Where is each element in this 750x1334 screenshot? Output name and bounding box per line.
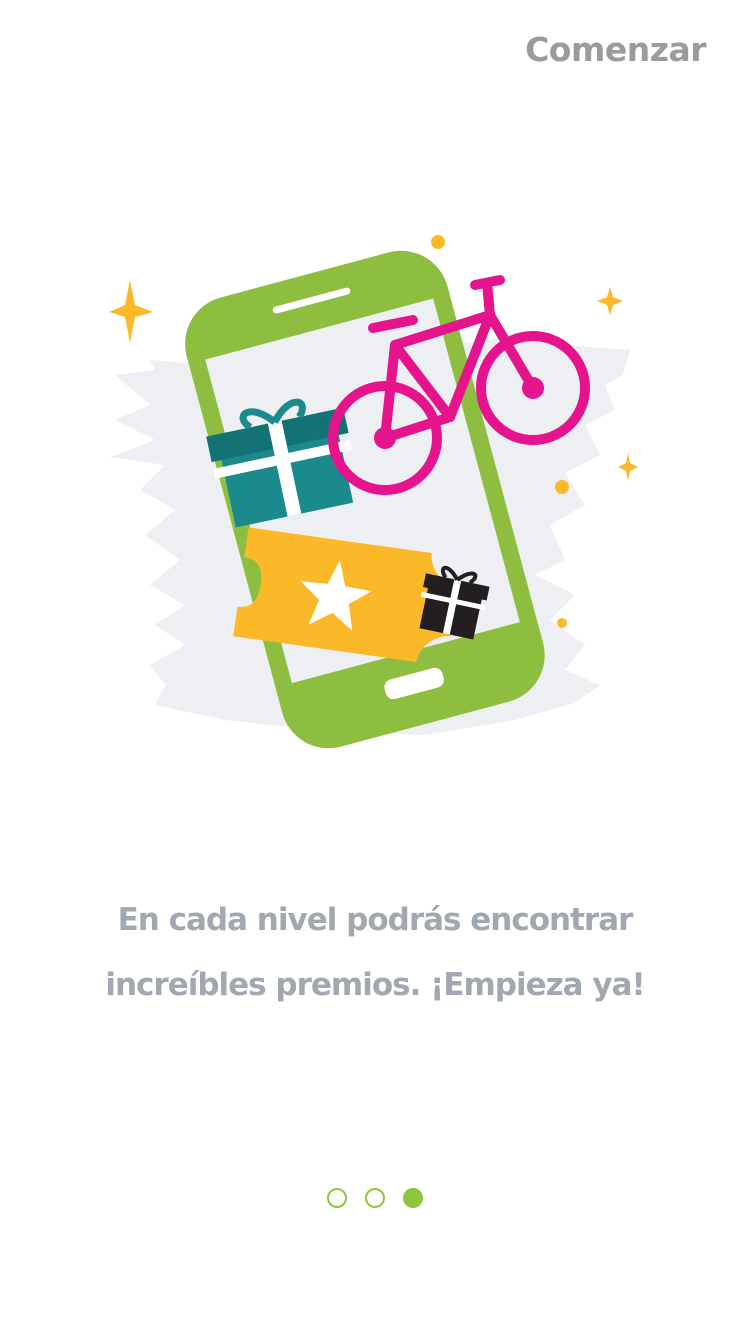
sparkle-icon [597, 287, 623, 315]
message-line-1: En cada nivel podrás encontrar [117, 902, 634, 938]
skip-button[interactable]: Comenzar [525, 30, 706, 69]
phone-with-prizes-icon [109, 235, 638, 749]
onboarding-message: En cada nivel podrás encontrar increíble… [40, 888, 710, 1018]
dot-decoration [555, 480, 569, 494]
page-indicator [0, 1188, 750, 1212]
sparkle-icon [618, 453, 638, 481]
sparkle-icon [109, 280, 153, 343]
page-dot-2[interactable] [365, 1188, 385, 1208]
dot-decoration [557, 618, 567, 628]
dot-decoration [431, 235, 445, 249]
page-dot-1[interactable] [327, 1188, 347, 1208]
phone-prizes-illustration [95, 225, 655, 755]
message-line-2: increíbles premios. ¡Empieza ya! [105, 967, 645, 1003]
page-dot-3-active[interactable] [403, 1188, 423, 1208]
